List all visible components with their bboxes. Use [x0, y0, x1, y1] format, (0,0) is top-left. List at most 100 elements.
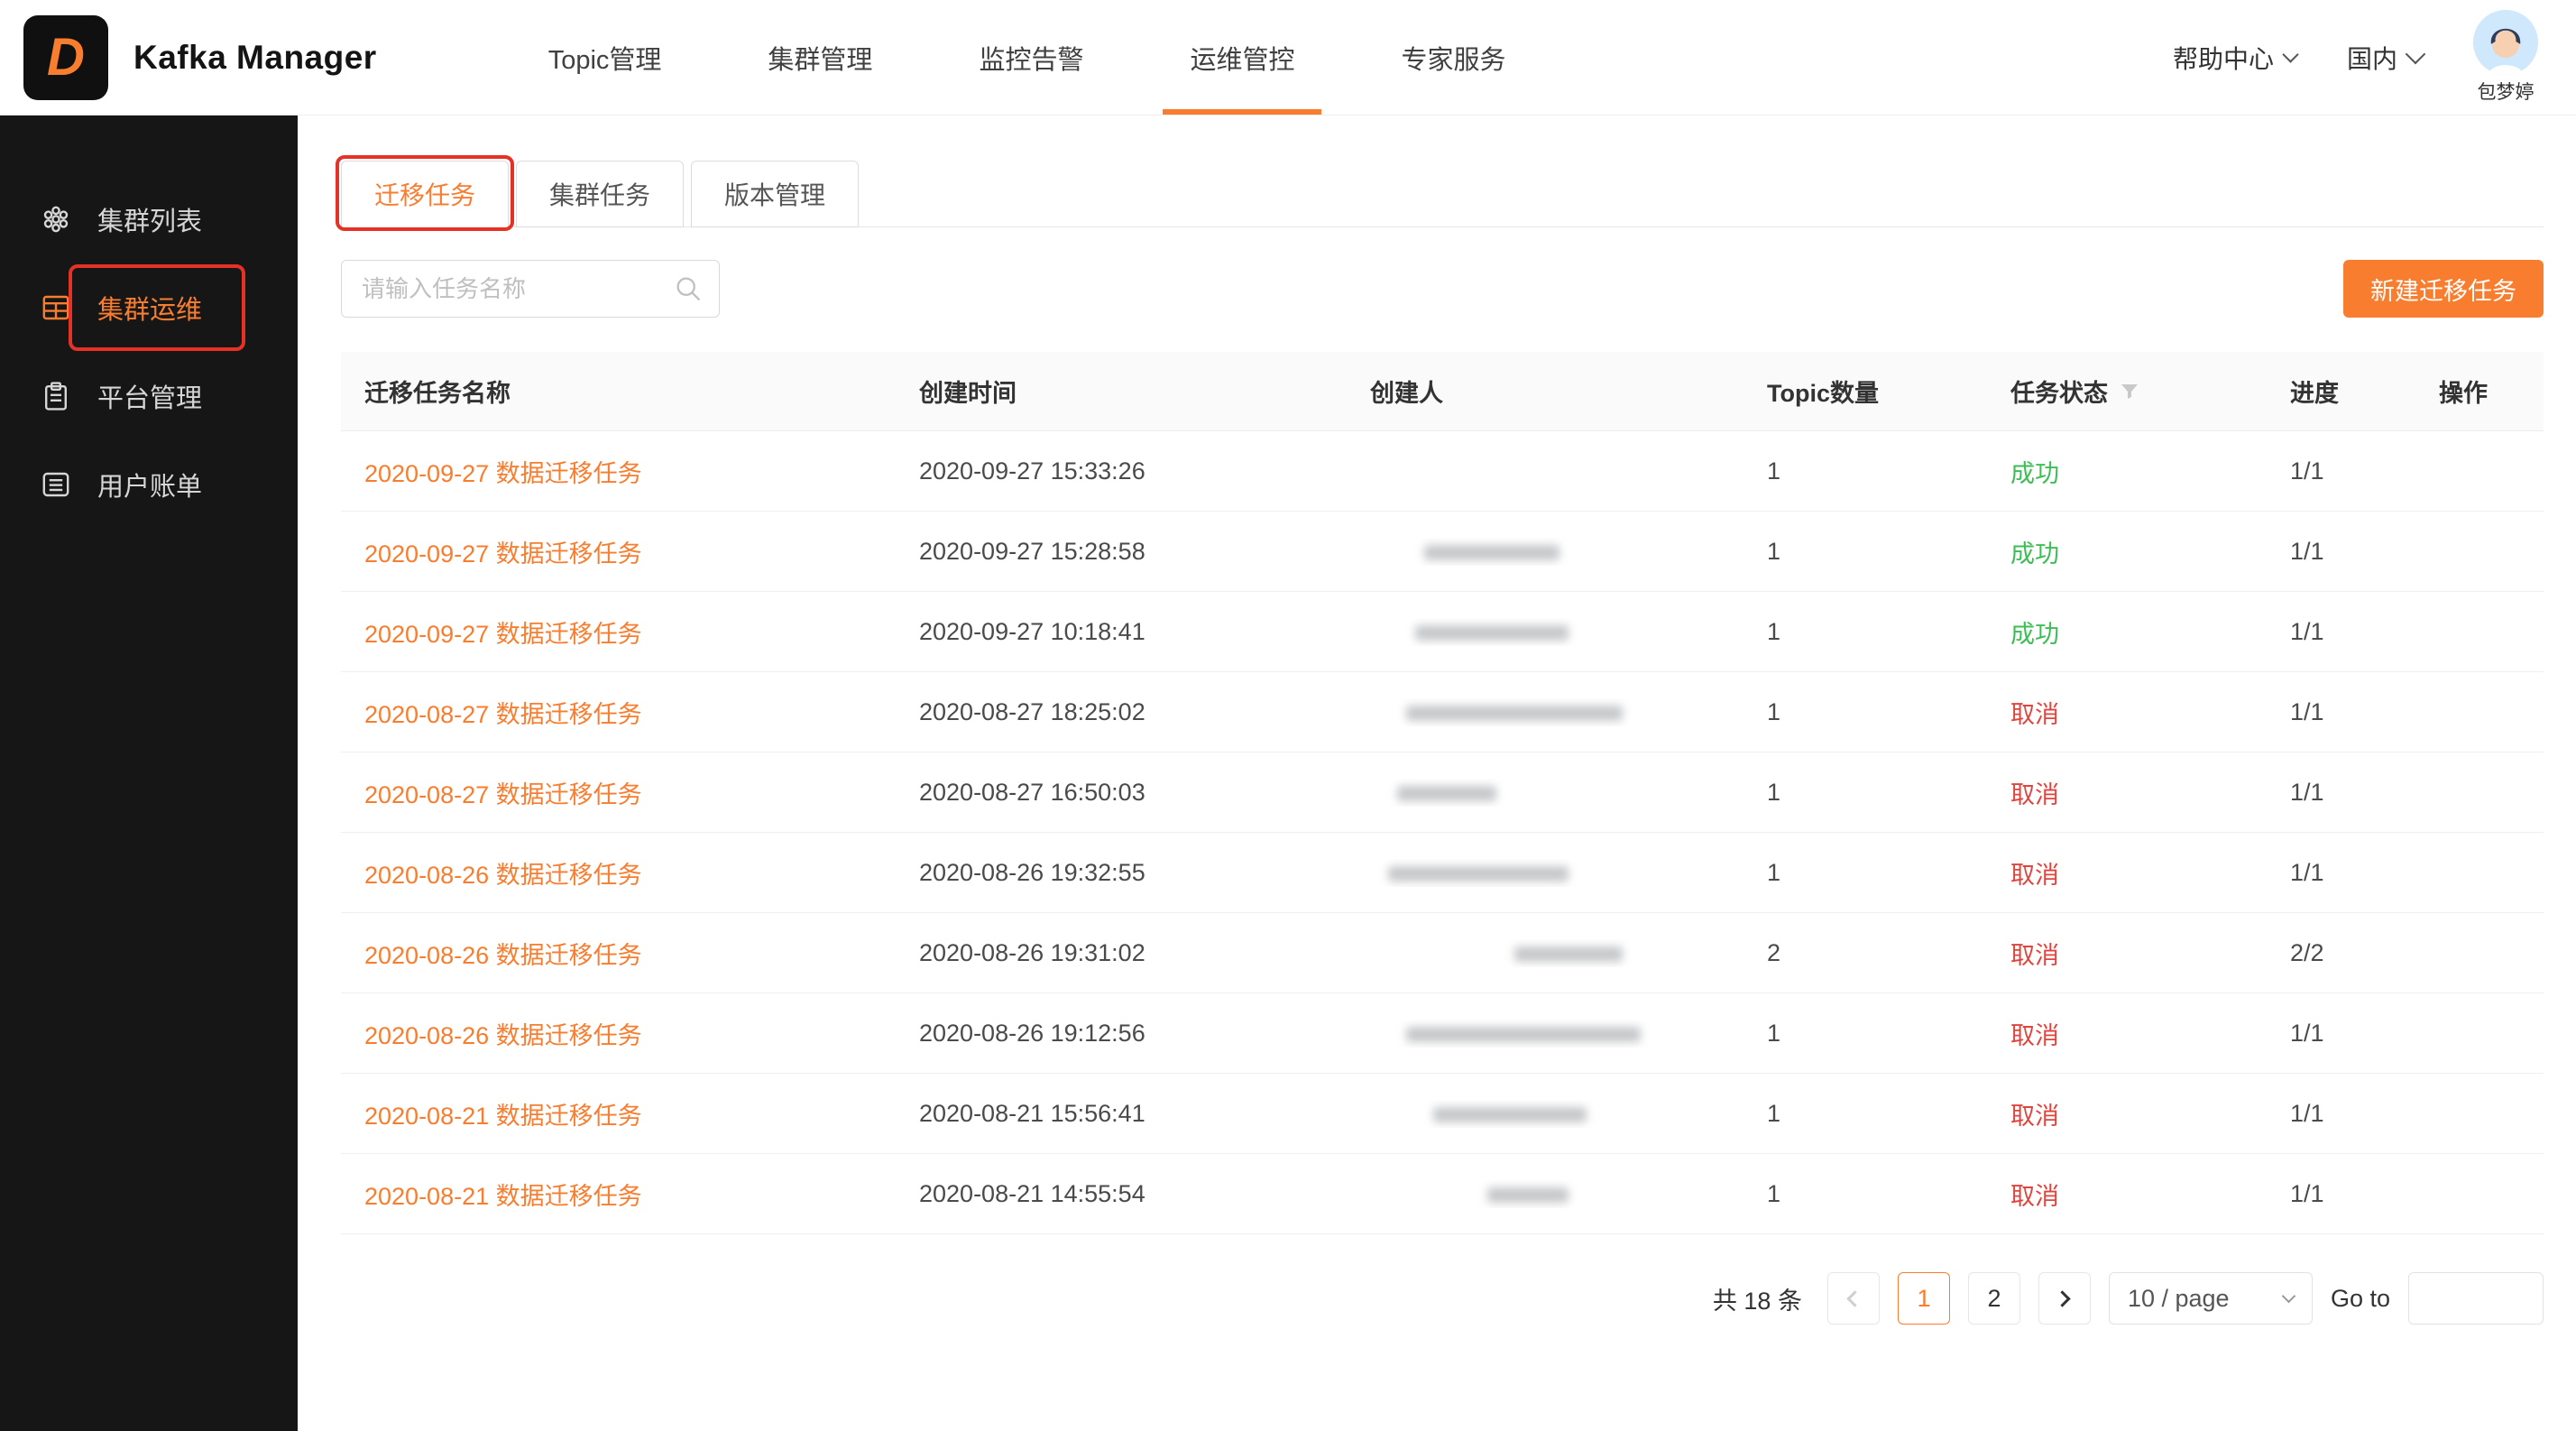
topic-count-cell: 1: [1743, 538, 1987, 566]
status-badge: 取消: [2010, 862, 2059, 889]
nav-label: 监控告警: [979, 39, 1083, 77]
task-link[interactable]: 2020-08-27 数据迁移任务: [364, 701, 642, 728]
region-select[interactable]: 国内: [2347, 40, 2423, 76]
nav-label: 集群管理: [768, 39, 872, 77]
pagination-next-button[interactable]: [2038, 1272, 2091, 1325]
pagination-page-2[interactable]: 2: [1968, 1272, 2020, 1325]
creator-redacted: [1424, 545, 1559, 560]
goto-page-input[interactable]: [2408, 1272, 2544, 1325]
created-time-cell: 2020-09-27 10:18:41: [896, 618, 1347, 646]
progress-cell: 1/1: [2267, 859, 2415, 887]
brand: D Kafka Manager: [23, 15, 377, 100]
topic-count-cell: 1: [1743, 1100, 1987, 1128]
table-row: 2020-08-26 数据迁移任务 2020-08-26 19:32:55 1 …: [341, 833, 2544, 913]
toolbar: 新建迁移任务: [341, 260, 2544, 318]
sidebar-item-label: 平台管理: [97, 377, 202, 415]
app-logo-icon[interactable]: D: [23, 15, 108, 100]
topbar-right: 帮助中心 国内 包梦婷: [2173, 10, 2538, 105]
topic-count-cell: 1: [1743, 698, 1987, 726]
nav-cluster-management[interactable]: 集群管理: [768, 0, 872, 115]
nav-expert-service[interactable]: 专家服务: [1401, 0, 1505, 115]
progress-cell: 1/1: [2267, 618, 2415, 646]
nav-label: 专家服务: [1401, 39, 1505, 77]
region-label: 国内: [2347, 40, 2397, 76]
pagination-prev-button[interactable]: [1827, 1272, 1880, 1325]
column-task-status: 任务状态: [1987, 374, 2267, 409]
creator-redacted: [1433, 1107, 1587, 1122]
column-creator: 创建人: [1347, 374, 1743, 409]
task-link[interactable]: 2020-08-21 数据迁移任务: [364, 1183, 642, 1210]
sidebar: 集群列表 集群运维 平台管理 用户账单: [0, 115, 298, 1431]
creator-redacted: [1388, 866, 1569, 882]
task-link[interactable]: 2020-08-26 数据迁移任务: [364, 1022, 642, 1049]
tab-label: 集群任务: [549, 176, 650, 212]
nav-ops-control[interactable]: 运维管控: [1190, 0, 1294, 115]
tab-migration-tasks[interactable]: 迁移任务: [341, 161, 509, 227]
sidebar-item-platform-management[interactable]: 平台管理: [0, 352, 298, 440]
created-time-cell: 2020-08-26 19:12:56: [896, 1020, 1347, 1048]
creator-redacted: [1406, 1027, 1641, 1042]
created-time-cell: 2020-08-21 15:56:41: [896, 1100, 1347, 1128]
status-badge: 成功: [2010, 540, 2059, 568]
nav-monitoring-alerts[interactable]: 监控告警: [979, 0, 1083, 115]
nav-topic-management[interactable]: Topic管理: [548, 0, 662, 115]
topic-count-cell: 1: [1743, 779, 1987, 807]
status-badge: 取消: [2010, 1022, 2059, 1049]
creator-cell: [1347, 939, 1743, 967]
tab-version-management[interactable]: 版本管理: [691, 161, 859, 227]
help-center-label: 帮助中心: [2173, 40, 2274, 76]
sidebar-item-user-billing[interactable]: 用户账单: [0, 440, 298, 529]
table-row: 2020-09-27 数据迁移任务 2020-09-27 10:18:41 1 …: [341, 592, 2544, 672]
status-badge: 取消: [2010, 1183, 2059, 1210]
progress-cell: 1/1: [2267, 457, 2415, 485]
page-size-label: 10 / page: [2128, 1285, 2230, 1313]
created-time-cell: 2020-08-21 14:55:54: [896, 1180, 1347, 1208]
topbar: D Kafka Manager Topic管理 集群管理 监控告警 运维管控 专…: [0, 0, 2576, 115]
table-row: 2020-08-27 数据迁移任务 2020-08-27 16:50:03 1 …: [341, 752, 2544, 833]
chevron-down-icon: [2282, 1289, 2296, 1304]
progress-cell: 1/1: [2267, 1020, 2415, 1048]
filter-icon[interactable]: [2119, 381, 2140, 402]
progress-cell: 1/1: [2267, 779, 2415, 807]
status-badge: 成功: [2010, 621, 2059, 648]
creator-redacted: [1487, 1187, 1569, 1203]
column-actions: 操作: [2415, 374, 2544, 409]
table-row: 2020-08-21 数据迁移任务 2020-08-21 14:55:54 1 …: [341, 1154, 2544, 1234]
sidebar-item-cluster-list[interactable]: 集群列表: [0, 175, 298, 263]
nav-label: 运维管控: [1190, 39, 1294, 77]
main-content: 迁移任务 集群任务 版本管理 新建迁移任务 迁移任务名称 创建时间 创建人 To…: [298, 115, 2576, 1431]
sidebar-item-label: 用户账单: [97, 466, 202, 503]
table-row: 2020-08-21 数据迁移任务 2020-08-21 15:56:41 1 …: [341, 1074, 2544, 1154]
new-migration-task-button[interactable]: 新建迁移任务: [2343, 260, 2544, 318]
task-link[interactable]: 2020-08-27 数据迁移任务: [364, 781, 642, 808]
search-input[interactable]: [341, 260, 720, 318]
creator-cell: [1347, 698, 1743, 726]
sidebar-item-label: 集群列表: [97, 200, 202, 238]
sidebar-item-cluster-ops[interactable]: 集群运维: [0, 263, 298, 352]
creator-cell: [1347, 538, 1743, 566]
created-time-cell: 2020-08-27 18:25:02: [896, 698, 1347, 726]
column-topic-count: Topic数量: [1743, 374, 1987, 409]
tab-bar: 迁移任务 集群任务 版本管理: [341, 161, 2544, 227]
chevron-left-icon: [1847, 1290, 1863, 1306]
creator-cell: [1347, 1100, 1743, 1128]
table-row: 2020-08-26 数据迁移任务 2020-08-26 19:12:56 1 …: [341, 993, 2544, 1074]
task-link[interactable]: 2020-08-21 数据迁移任务: [364, 1103, 642, 1130]
task-link[interactable]: 2020-09-27 数据迁移任务: [364, 540, 642, 568]
creator-cell: [1347, 859, 1743, 887]
table-row: 2020-08-26 数据迁移任务 2020-08-26 19:31:02 2 …: [341, 913, 2544, 993]
migration-task-table: 迁移任务名称 创建时间 创建人 Topic数量 任务状态 进度 操作 2020-…: [341, 352, 2544, 1234]
creator-cell: [1347, 1020, 1743, 1048]
task-link[interactable]: 2020-08-26 数据迁移任务: [364, 942, 642, 969]
task-link[interactable]: 2020-09-27 数据迁移任务: [364, 621, 642, 648]
table-row: 2020-09-27 数据迁移任务 2020-09-27 15:33:26 1 …: [341, 431, 2544, 512]
help-center-menu[interactable]: 帮助中心: [2173, 40, 2296, 76]
task-link[interactable]: 2020-09-27 数据迁移任务: [364, 460, 642, 487]
tab-cluster-tasks[interactable]: 集群任务: [516, 161, 684, 227]
page-size-select[interactable]: 10 / page: [2109, 1272, 2313, 1325]
task-link[interactable]: 2020-08-26 数据迁移任务: [364, 862, 642, 889]
table-header: 迁移任务名称 创建时间 创建人 Topic数量 任务状态 进度 操作: [341, 352, 2544, 431]
pagination-page-1[interactable]: 1: [1898, 1272, 1950, 1325]
user-menu[interactable]: 包梦婷: [2473, 10, 2538, 105]
chevron-right-icon: [2055, 1290, 2071, 1306]
